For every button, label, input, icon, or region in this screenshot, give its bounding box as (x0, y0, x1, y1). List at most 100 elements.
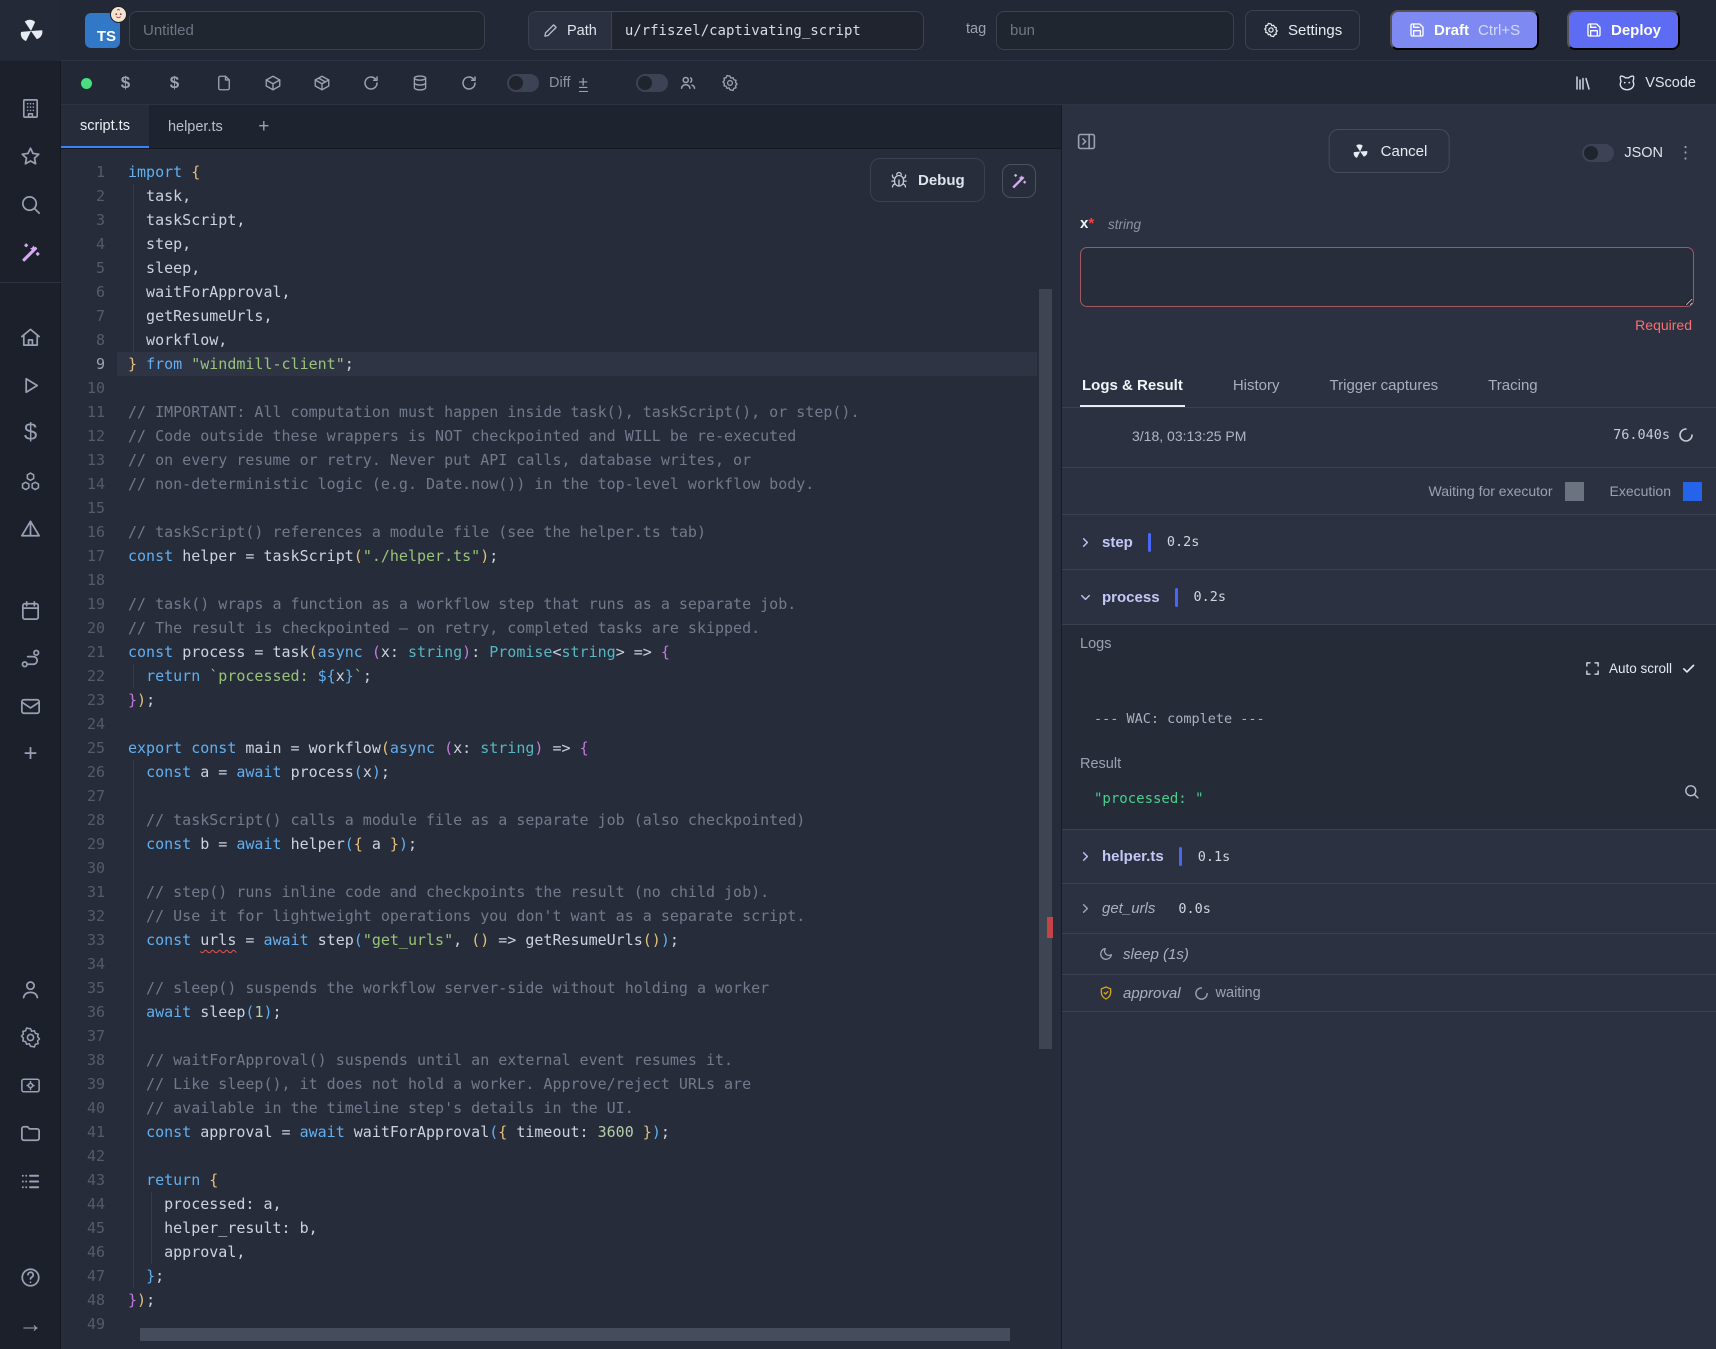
tab-script-ts[interactable]: script.ts (61, 105, 149, 148)
code-line-8[interactable]: 8 workflow, (61, 328, 1037, 352)
code-line-9[interactable]: 9} from "windmill-client"; (61, 352, 1037, 376)
code-line-28[interactable]: 28 // taskScript() calls a module file a… (61, 808, 1037, 832)
debug-button[interactable]: Debug (870, 158, 985, 202)
code-line-18[interactable]: 18 (61, 568, 1037, 592)
panel-collapse-icon[interactable] (1076, 131, 1097, 157)
code-line-32[interactable]: 32 // Use it for lightweight operations … (61, 904, 1037, 928)
autoscroll-control[interactable]: Auto scroll (1585, 661, 1696, 676)
timeline-row-approval[interactable]: approval waiting (1062, 975, 1716, 1012)
code-line-24[interactable]: 24 (61, 712, 1037, 736)
code-line-38[interactable]: 38 // waitForApproval() suspends until a… (61, 1048, 1037, 1072)
cubes-icon[interactable] (0, 457, 61, 505)
code-line-11[interactable]: 11// IMPORTANT: All computation must hap… (61, 400, 1037, 424)
code-line-25[interactable]: 25export const main = workflow(async (x:… (61, 736, 1037, 760)
chevron-right-icon[interactable] (1078, 849, 1093, 864)
timeline-row-process[interactable]: process 0.2s (1062, 570, 1716, 625)
home-icon[interactable] (0, 313, 61, 361)
code-line-20[interactable]: 20// The result is checkpointed — on ret… (61, 616, 1037, 640)
draft-button[interactable]: Draft Ctrl+S (1390, 10, 1539, 50)
code-line-6[interactable]: 6 waitForApproval, (61, 280, 1037, 304)
code-line-17[interactable]: 17const helper = taskScript("./helper.ts… (61, 544, 1037, 568)
dollar-icon[interactable]: $ (101, 73, 150, 93)
grid-icon[interactable] (0, 1157, 61, 1205)
code-line-21[interactable]: 21const process = task(async (x: string)… (61, 640, 1037, 664)
wand-icon[interactable] (0, 228, 61, 276)
cycle-icon[interactable] (346, 73, 395, 93)
settings-button[interactable]: Settings (1245, 10, 1360, 50)
code-line-39[interactable]: 39 // Like sleep(), it does not hold a w… (61, 1072, 1037, 1096)
code-line-13[interactable]: 13// on every resume or retry. Never put… (61, 448, 1037, 472)
timeline-row-step[interactable]: step 0.2s (1062, 515, 1716, 570)
dollar2-icon[interactable]: $ (150, 73, 199, 93)
code-line-14[interactable]: 14// non-deterministic logic (e.g. Date.… (61, 472, 1037, 496)
deploy-button[interactable]: Deploy (1567, 10, 1680, 50)
vscode-button[interactable]: VScode (1618, 74, 1696, 92)
windmill-logo[interactable] (0, 0, 61, 61)
refresh-icon[interactable] (444, 73, 493, 93)
pyramid-icon[interactable] (0, 505, 61, 553)
chevron-down-icon[interactable] (1078, 590, 1093, 605)
code-line-31[interactable]: 31 // step() runs inline code and checkp… (61, 880, 1037, 904)
user-icon[interactable] (0, 965, 61, 1013)
code-line-37[interactable]: 37 (61, 1024, 1037, 1048)
kebab-menu-icon[interactable]: ⋮ (1673, 143, 1698, 163)
script-name-input[interactable] (129, 11, 485, 50)
calendar-icon[interactable] (0, 586, 61, 634)
code-line-46[interactable]: 46 approval, (61, 1240, 1037, 1264)
code-line-42[interactable]: 42 (61, 1144, 1037, 1168)
dollar-icon[interactable]: $ (0, 409, 61, 457)
search-icon[interactable] (0, 180, 61, 228)
plus-minus-icon[interactable]: ± (579, 74, 588, 93)
code-line-4[interactable]: 4 step, (61, 232, 1037, 256)
code-line-44[interactable]: 44 processed: a, (61, 1192, 1037, 1216)
code-line-34[interactable]: 34 (61, 952, 1037, 976)
code-line-36[interactable]: 36 await sleep(1); (61, 1000, 1037, 1024)
json-toggle[interactable] (1582, 144, 1614, 162)
code-line-15[interactable]: 15 (61, 496, 1037, 520)
folder-icon[interactable] (0, 1109, 61, 1157)
code-line-27[interactable]: 27 (61, 784, 1037, 808)
code-line-47[interactable]: 47 }; (61, 1264, 1037, 1288)
play-icon[interactable] (0, 361, 61, 409)
users-icon[interactable] (668, 74, 708, 92)
arg-x-input[interactable] (1080, 247, 1694, 307)
tab-logs-result[interactable]: Logs & Result (1080, 377, 1185, 407)
worker-icon[interactable] (0, 1061, 61, 1109)
timeline-row-helper[interactable]: helper.ts 0.1s (1062, 830, 1716, 884)
file-icon[interactable] (199, 73, 248, 93)
code-line-30[interactable]: 30 (61, 856, 1037, 880)
edit-path-button[interactable]: Path (529, 12, 612, 49)
route-icon[interactable] (0, 634, 61, 682)
code-editor[interactable]: 1import {2 task,3 taskScript,4 step,5 sl… (61, 149, 1061, 1349)
path-value[interactable]: u/rfiszel/captivating_script (612, 12, 874, 49)
help-icon[interactable] (0, 1253, 61, 1301)
code-line-48[interactable]: 48}); (61, 1288, 1037, 1312)
gear-icon[interactable] (708, 74, 752, 92)
tab-helper-ts[interactable]: helper.ts (149, 105, 242, 148)
plus-icon[interactable]: + (0, 730, 61, 778)
code-line-12[interactable]: 12// Code outside these wrappers is NOT … (61, 424, 1037, 448)
code-line-43[interactable]: 43 return { (61, 1168, 1037, 1192)
code-line-26[interactable]: 26 const a = await process(x); (61, 760, 1037, 784)
code-line-3[interactable]: 3 taskScript, (61, 208, 1037, 232)
code-line-10[interactable]: 10 (61, 376, 1037, 400)
chevron-right-icon[interactable] (1078, 535, 1093, 550)
code-line-22[interactable]: 22 return `processed: ${x}`; (61, 664, 1037, 688)
timeline-row-get-urls[interactable]: get_urls 0.0s (1062, 884, 1716, 934)
code-line-33[interactable]: 33 const urls = await step("get_urls", (… (61, 928, 1037, 952)
code-line-7[interactable]: 7 getResumeUrls, (61, 304, 1037, 328)
code-line-5[interactable]: 5 sleep, (61, 256, 1037, 280)
editor-vertical-scrollbar[interactable] (1038, 149, 1053, 1349)
tag-input[interactable] (996, 11, 1234, 50)
timeline-row-sleep[interactable]: sleep (1s) (1062, 934, 1716, 975)
code-line-40[interactable]: 40 // available in the timeline step's d… (61, 1096, 1037, 1120)
code-line-35[interactable]: 35 // sleep() suspends the workflow serv… (61, 976, 1037, 1000)
add-tab-button[interactable]: + (242, 105, 286, 148)
code-line-29[interactable]: 29 const b = await helper({ a }); (61, 832, 1037, 856)
tab-history[interactable]: History (1231, 377, 1282, 407)
ai-wand-button[interactable] (1002, 164, 1036, 198)
collab-toggle[interactable] (636, 74, 668, 92)
star-icon[interactable] (0, 132, 61, 180)
package-icon[interactable] (248, 73, 297, 93)
tab-tracing[interactable]: Tracing (1486, 377, 1539, 407)
